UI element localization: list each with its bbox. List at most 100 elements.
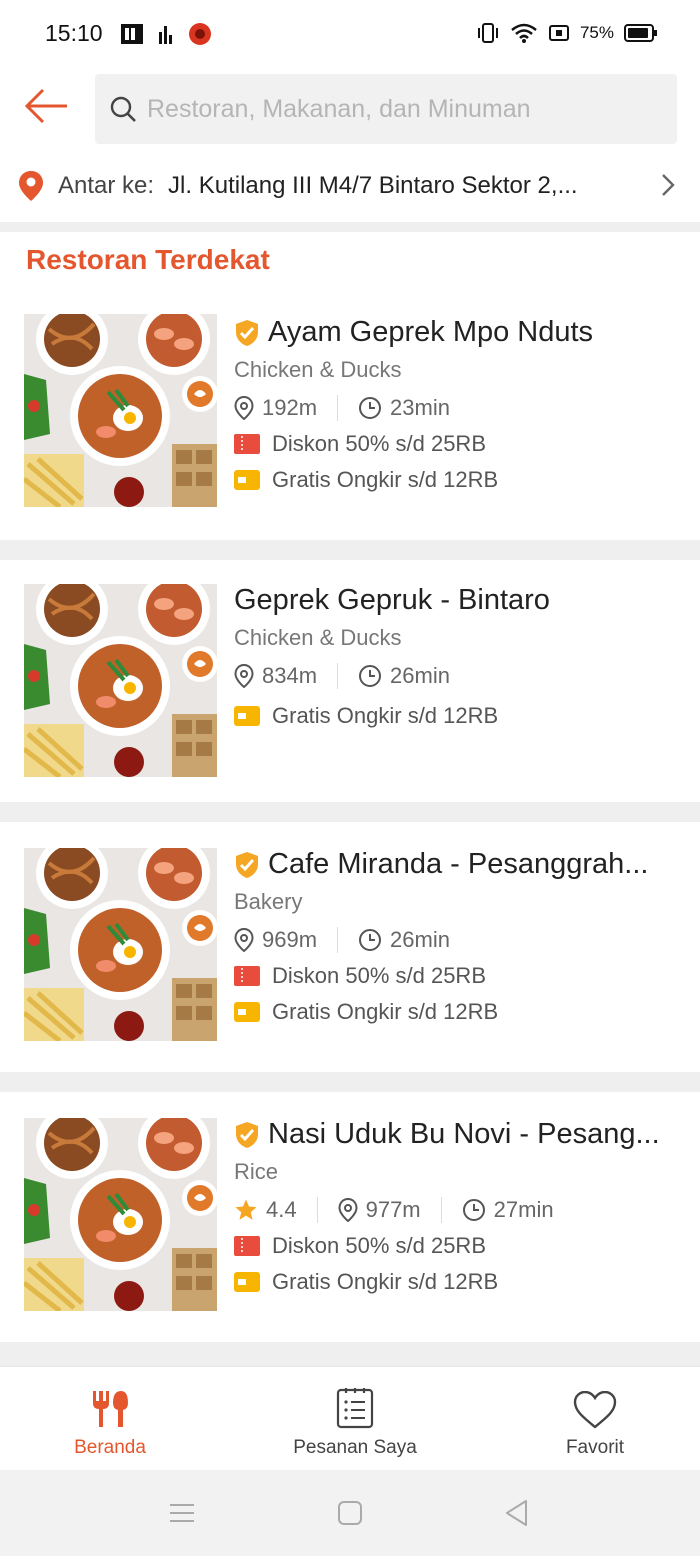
restaurant-name: Nasi Uduk Bu Novi - Pesang...: [268, 1118, 660, 1150]
clock-icon: [359, 929, 382, 951]
shipping-promo: Gratis Ongkir s/d 12RB: [234, 703, 700, 729]
clock-icon: [359, 665, 382, 687]
app-notification-icon: [189, 23, 211, 45]
shipping-promo: Gratis Ongkir s/d 12RB: [234, 467, 700, 493]
verified-badge-icon: [236, 319, 258, 346]
card-gap: [0, 540, 700, 560]
star-icon: [235, 1199, 257, 1220]
home-button[interactable]: [330, 1496, 370, 1530]
restaurant-image: [24, 848, 217, 1041]
card-gap: [0, 802, 700, 822]
free-shipping-icon: [234, 706, 260, 726]
clock-icon: [359, 397, 382, 419]
restaurant-card[interactable]: Nasi Uduk Bu Novi - Pesang... Rice 4.4 9…: [0, 1092, 700, 1342]
recent-apps-button[interactable]: [162, 1496, 202, 1530]
verified-badge-icon: [236, 1121, 258, 1148]
section-title: Restoran Terdekat: [26, 244, 270, 275]
discount-text: Diskon 50% s/d 25RB: [272, 1233, 486, 1258]
section-header: Restoran Terdekat: [0, 232, 700, 296]
shipping-text: Gratis Ongkir s/d 12RB: [272, 703, 499, 728]
status-system-icons: 75%: [476, 22, 658, 44]
back-arrow-icon: [24, 88, 67, 124]
search-input[interactable]: [147, 94, 667, 124]
bottom-navigation: Beranda Pesanan Saya Favorit: [0, 1366, 700, 1470]
discount-promo: Diskon 50% s/d 25RB: [234, 1233, 700, 1259]
discount-ticket-icon: [234, 1236, 260, 1256]
nfc-icon: [548, 25, 569, 41]
nav-favorites[interactable]: Favorit: [495, 1367, 695, 1471]
discount-promo: Diskon 50% s/d 25RB: [234, 431, 700, 457]
distance-pin-icon: [234, 664, 254, 688]
discount-promo: Diskon 50% s/d 25RB: [234, 963, 700, 989]
free-shipping-icon: [234, 1272, 260, 1292]
nav-home[interactable]: Beranda: [10, 1367, 210, 1471]
restaurant-name: Ayam Geprek Mpo Nduts: [268, 316, 594, 348]
vibrate-icon: [477, 23, 498, 43]
distance-pin-icon: [234, 928, 254, 952]
battery-icon: [624, 24, 657, 42]
shipping-promo: Gratis Ongkir s/d 12RB: [234, 1269, 700, 1295]
delivery-address-row[interactable]: Antar ke: Jl. Kutilang III M4/7 Bintaro …: [0, 150, 700, 222]
restaurant-card[interactable]: Ayam Geprek Mpo Nduts Chicken & Ducks 19…: [0, 296, 700, 540]
meta-divider: [316, 1197, 318, 1223]
system-back-button[interactable]: [496, 1496, 536, 1530]
wifi-icon: [511, 23, 537, 43]
nearby-restaurants-section: Restoran Terdekat Ayam Geprek Mpo Nduts …: [0, 232, 700, 1362]
restaurant-meta: 4.4 977m 27min: [234, 1197, 700, 1223]
chevron-right-icon: [662, 174, 675, 196]
restaurant-category: Rice: [234, 1159, 279, 1184]
nav-orders-label: Pesanan Saya: [293, 1437, 417, 1458]
shipping-text: Gratis Ongkir s/d 12RB: [272, 999, 499, 1024]
restaurant-distance: 834m: [262, 663, 318, 688]
discount-text: Diskon 50% s/d 25RB: [272, 963, 486, 988]
fork-knife-icon: [93, 1391, 128, 1427]
heart-icon: [573, 1391, 617, 1429]
status-time: 15:10: [45, 20, 103, 46]
header: [0, 70, 700, 150]
activity-notification-icon: [159, 26, 172, 44]
restaurant-distance: 192m: [262, 395, 318, 420]
restaurant-image: [24, 314, 217, 507]
restaurant-image: [24, 1118, 217, 1311]
restaurant-delivery-time: 26min: [390, 663, 450, 688]
meta-divider: [337, 663, 339, 689]
restaurant-name-row: Ayam Geprek Mpo Nduts: [234, 316, 700, 349]
restaurant-card[interactable]: Cafe Miranda - Pesanggrah... Bakery 969m…: [0, 822, 700, 1072]
meta-divider: [440, 1197, 442, 1223]
system-navigation-bar: [0, 1470, 700, 1556]
nav-orders[interactable]: Pesanan Saya: [255, 1367, 455, 1471]
card-gap: [0, 1072, 700, 1092]
clock-icon: [462, 1199, 485, 1221]
restaurant-image: [24, 584, 217, 777]
restaurant-delivery-time: 26min: [390, 927, 450, 952]
gallery-notification-icon: [121, 24, 143, 44]
search-bar[interactable]: [95, 74, 677, 144]
restaurant-name-row: Nasi Uduk Bu Novi - Pesang...: [234, 1118, 700, 1151]
square-icon: [338, 1501, 362, 1525]
distance-pin-icon: [338, 1198, 358, 1222]
restaurant-category: Bakery: [234, 889, 303, 914]
restaurant-category: Chicken & Ducks: [234, 625, 402, 650]
restaurant-name: Geprek Gepruk - Bintaro: [234, 584, 550, 616]
restaurant-delivery-time: 23min: [390, 395, 450, 420]
distance-pin-icon: [234, 396, 254, 420]
restaurant-rating: 4.4: [266, 1197, 297, 1222]
status-bar: 15:10 75%: [0, 0, 700, 70]
restaurant-name-row: Cafe Miranda - Pesanggrah...: [234, 848, 700, 881]
triangle-back-icon: [506, 1500, 527, 1526]
discount-text: Diskon 50% s/d 25RB: [272, 431, 486, 456]
restaurant-card[interactable]: Geprek Gepruk - Bintaro Chicken & Ducks …: [0, 560, 700, 802]
menu-icon: [170, 1504, 194, 1522]
restaurant-distance: 977m: [365, 1197, 421, 1222]
verified-badge-icon: [236, 851, 258, 878]
discount-ticket-icon: [234, 966, 260, 986]
orders-list-icon: [336, 1388, 374, 1429]
restaurant-delivery-time: 27min: [493, 1197, 554, 1222]
location-pin-icon: [19, 171, 43, 201]
shipping-text: Gratis Ongkir s/d 12RB: [272, 467, 499, 492]
back-button[interactable]: [20, 84, 72, 128]
address-label: Antar ke:: [58, 172, 155, 199]
shipping-promo: Gratis Ongkir s/d 12RB: [234, 999, 700, 1025]
restaurant-category: Chicken & Ducks: [234, 357, 402, 382]
free-shipping-icon: [234, 1002, 260, 1022]
